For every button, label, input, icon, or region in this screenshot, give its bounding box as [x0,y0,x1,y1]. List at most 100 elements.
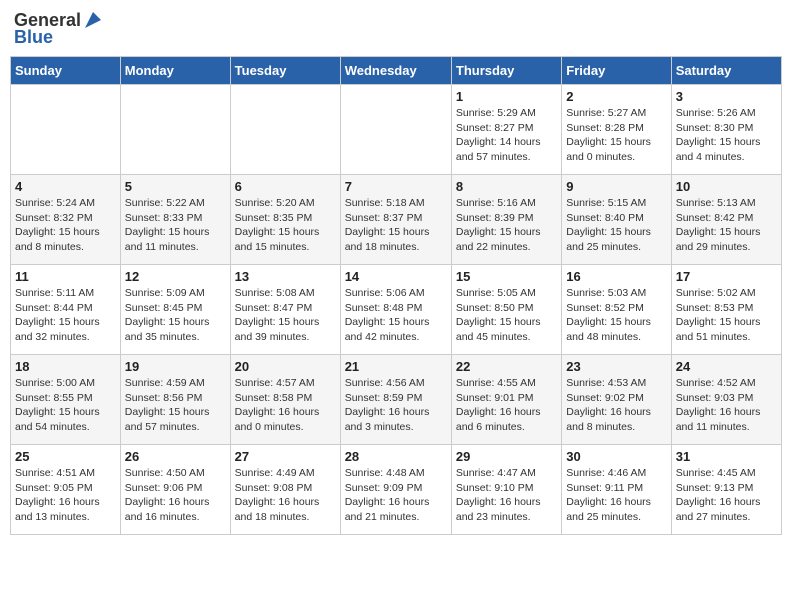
calendar-row-3: 18 Sunrise: 5:00 AMSunset: 8:55 PMDayligh… [11,355,782,445]
calendar-cell: 11 Sunrise: 5:11 AMSunset: 8:44 PMDayligh… [11,265,121,355]
day-info: Sunrise: 4:51 AMSunset: 9:05 PMDaylight:… [15,467,100,523]
calendar-row-2: 11 Sunrise: 5:11 AMSunset: 8:44 PMDayligh… [11,265,782,355]
day-number: 23 [566,359,666,374]
day-number: 5 [125,179,226,194]
column-header-wednesday: Wednesday [340,57,451,85]
logo-blue-text: Blue [14,27,53,48]
day-number: 15 [456,269,557,284]
day-number: 18 [15,359,116,374]
day-info: Sunrise: 5:29 AMSunset: 8:27 PMDaylight:… [456,107,541,163]
calendar-cell: 19 Sunrise: 4:59 AMSunset: 8:56 PMDayligh… [120,355,230,445]
day-info: Sunrise: 4:50 AMSunset: 9:06 PMDaylight:… [125,467,210,523]
column-header-friday: Friday [562,57,671,85]
day-number: 17 [676,269,777,284]
logo-icon [83,10,103,30]
calendar-row-4: 25Sunrise: 4:51 AMSunset: 9:05 PMDayligh… [11,445,782,535]
day-info: Sunrise: 4:45 AMSunset: 9:13 PMDaylight:… [676,467,761,523]
day-info: Sunrise: 5:05 AMSunset: 8:50 PMDaylight:… [456,287,541,343]
day-info: Sunrise: 4:59 AMSunset: 8:56 PMDaylight:… [125,377,210,433]
day-number: 3 [676,89,777,104]
day-number: 30 [566,449,666,464]
day-number: 28 [345,449,447,464]
day-number: 29 [456,449,557,464]
calendar-cell: 17 Sunrise: 5:02 AMSunset: 8:53 PMDayligh… [671,265,781,355]
calendar-cell: 31 Sunrise: 4:45 AMSunset: 9:13 PMDayligh… [671,445,781,535]
calendar-cell: 23 Sunrise: 4:53 AMSunset: 9:02 PMDayligh… [562,355,671,445]
calendar-cell [340,85,451,175]
calendar-cell: 22 Sunrise: 4:55 AMSunset: 9:01 PMDayligh… [451,355,561,445]
day-info: Sunrise: 4:46 AMSunset: 9:11 PMDaylight:… [566,467,651,523]
day-number: 2 [566,89,666,104]
day-number: 27 [235,449,336,464]
day-info: Sunrise: 5:16 AMSunset: 8:39 PMDaylight:… [456,197,541,253]
calendar-cell [120,85,230,175]
day-info: Sunrise: 4:53 AMSunset: 9:02 PMDaylight:… [566,377,651,433]
day-number: 24 [676,359,777,374]
day-number: 1 [456,89,557,104]
column-header-monday: Monday [120,57,230,85]
day-info: Sunrise: 5:02 AMSunset: 8:53 PMDaylight:… [676,287,761,343]
day-info: Sunrise: 4:48 AMSunset: 9:09 PMDaylight:… [345,467,430,523]
calendar-cell: 9 Sunrise: 5:15 AMSunset: 8:40 PMDaylight… [562,175,671,265]
calendar-header: SundayMondayTuesdayWednesdayThursdayFrid… [11,57,782,85]
day-info: Sunrise: 5:06 AMSunset: 8:48 PMDaylight:… [345,287,430,343]
day-number: 6 [235,179,336,194]
calendar-cell: 21Sunrise: 4:56 AMSunset: 8:59 PMDayligh… [340,355,451,445]
calendar-cell: 10Sunrise: 5:13 AMSunset: 8:42 PMDayligh… [671,175,781,265]
calendar-cell: 25Sunrise: 4:51 AMSunset: 9:05 PMDayligh… [11,445,121,535]
column-header-sunday: Sunday [11,57,121,85]
calendar-cell: 27 Sunrise: 4:49 AMSunset: 9:08 PMDayligh… [230,445,340,535]
day-info: Sunrise: 5:11 AMSunset: 8:44 PMDaylight:… [15,287,100,343]
logo: General Blue [14,10,103,48]
day-info: Sunrise: 5:24 AMSunset: 8:32 PMDaylight:… [15,197,100,253]
calendar-cell: 18 Sunrise: 5:00 AMSunset: 8:55 PMDayligh… [11,355,121,445]
day-info: Sunrise: 5:22 AMSunset: 8:33 PMDaylight:… [125,197,210,253]
day-number: 20 [235,359,336,374]
day-number: 4 [15,179,116,194]
day-number: 16 [566,269,666,284]
calendar-cell [230,85,340,175]
day-info: Sunrise: 5:27 AMSunset: 8:28 PMDaylight:… [566,107,651,163]
day-info: Sunrise: 5:26 AMSunset: 8:30 PMDaylight:… [676,107,761,163]
calendar-row-0: 1 Sunrise: 5:29 AMSunset: 8:27 PMDaylight… [11,85,782,175]
day-info: Sunrise: 4:57 AMSunset: 8:58 PMDaylight:… [235,377,320,433]
calendar-cell: 3 Sunrise: 5:26 AMSunset: 8:30 PMDaylight… [671,85,781,175]
calendar-cell: 26Sunrise: 4:50 AMSunset: 9:06 PMDayligh… [120,445,230,535]
day-info: Sunrise: 4:52 AMSunset: 9:03 PMDaylight:… [676,377,761,433]
day-info: Sunrise: 4:47 AMSunset: 9:10 PMDaylight:… [456,467,541,523]
calendar-cell: 24 Sunrise: 4:52 AMSunset: 9:03 PMDayligh… [671,355,781,445]
calendar-body: 1 Sunrise: 5:29 AMSunset: 8:27 PMDaylight… [11,85,782,535]
calendar-cell: 4 Sunrise: 5:24 AMSunset: 8:32 PMDaylight… [11,175,121,265]
calendar-cell: 15 Sunrise: 5:05 AMSunset: 8:50 PMDayligh… [451,265,561,355]
calendar-cell: 8Sunrise: 5:16 AMSunset: 8:39 PMDaylight… [451,175,561,265]
calendar-cell: 2 Sunrise: 5:27 AMSunset: 8:28 PMDaylight… [562,85,671,175]
calendar-cell: 13 Sunrise: 5:08 AMSunset: 8:47 PMDayligh… [230,265,340,355]
day-info: Sunrise: 5:15 AMSunset: 8:40 PMDaylight:… [566,197,651,253]
day-number: 22 [456,359,557,374]
calendar-cell: 28 Sunrise: 4:48 AMSunset: 9:09 PMDayligh… [340,445,451,535]
day-number: 21 [345,359,447,374]
day-number: 12 [125,269,226,284]
day-number: 13 [235,269,336,284]
day-number: 11 [15,269,116,284]
day-info: Sunrise: 5:13 AMSunset: 8:42 PMDaylight:… [676,197,761,253]
day-number: 14 [345,269,447,284]
calendar-cell: 29 Sunrise: 4:47 AMSunset: 9:10 PMDayligh… [451,445,561,535]
calendar-cell: 12Sunrise: 5:09 AMSunset: 8:45 PMDayligh… [120,265,230,355]
day-number: 19 [125,359,226,374]
day-info: Sunrise: 5:20 AMSunset: 8:35 PMDaylight:… [235,197,320,253]
header-row: SundayMondayTuesdayWednesdayThursdayFrid… [11,57,782,85]
calendar-row-1: 4 Sunrise: 5:24 AMSunset: 8:32 PMDaylight… [11,175,782,265]
day-info: Sunrise: 5:00 AMSunset: 8:55 PMDaylight:… [15,377,100,433]
day-info: Sunrise: 5:03 AMSunset: 8:52 PMDaylight:… [566,287,651,343]
column-header-thursday: Thursday [451,57,561,85]
day-number: 31 [676,449,777,464]
day-info: Sunrise: 4:49 AMSunset: 9:08 PMDaylight:… [235,467,320,523]
column-header-tuesday: Tuesday [230,57,340,85]
day-info: Sunrise: 4:55 AMSunset: 9:01 PMDaylight:… [456,377,541,433]
day-info: Sunrise: 5:08 AMSunset: 8:47 PMDaylight:… [235,287,320,343]
day-number: 9 [566,179,666,194]
calendar-cell: 5 Sunrise: 5:22 AMSunset: 8:33 PMDaylight… [120,175,230,265]
calendar-cell: 6 Sunrise: 5:20 AMSunset: 8:35 PMDaylight… [230,175,340,265]
calendar-cell: 30 Sunrise: 4:46 AMSunset: 9:11 PMDayligh… [562,445,671,535]
